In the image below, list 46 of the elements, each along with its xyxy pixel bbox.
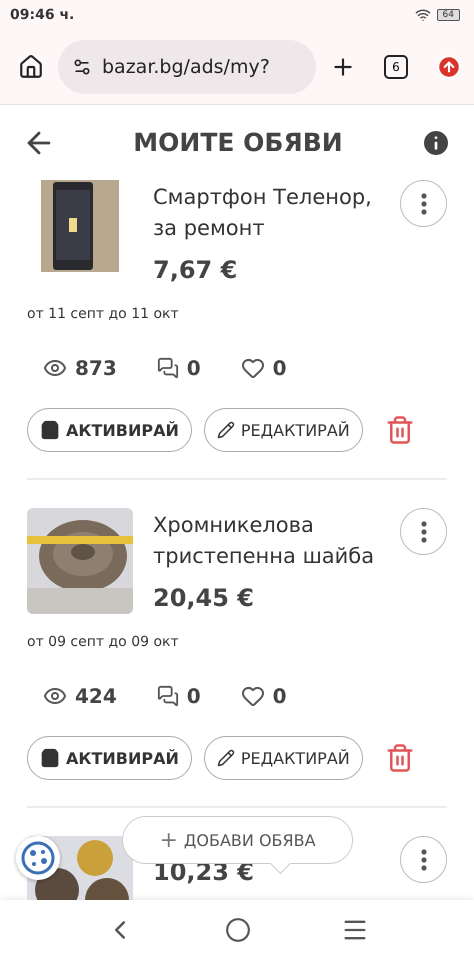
status-time: 09:46 ч. <box>10 7 74 23</box>
messages-count: 0 <box>186 684 201 708</box>
activate-button[interactable]: АКТИВИРАЙ <box>27 736 192 780</box>
ad-title[interactable]: Хромникелова тристепенна шайба <box>153 510 380 572</box>
wifi-icon <box>414 7 431 23</box>
cookie-icon <box>21 841 55 875</box>
views-count: 873 <box>75 356 117 380</box>
heart-icon <box>240 356 265 380</box>
plus-sign: + <box>159 828 178 852</box>
pencil-icon <box>216 749 235 767</box>
activate-button[interactable]: АКТИВИРАЙ <box>27 408 192 452</box>
more-icon <box>420 192 426 214</box>
home-icon[interactable] <box>18 54 44 80</box>
ad-period: от 11 септ до 11 окт <box>27 306 180 322</box>
update-icon[interactable] <box>436 54 462 80</box>
chat-icon <box>156 357 179 379</box>
views-count: 424 <box>75 684 117 708</box>
nav-home-icon[interactable] <box>225 917 251 943</box>
battery-icon: 64 <box>436 9 460 21</box>
url-text: bazar.bg/ads/my? <box>102 56 270 78</box>
ad-price: 20,45 € <box>153 584 255 612</box>
more-button[interactable] <box>400 180 447 227</box>
favorites-count: 0 <box>272 356 287 380</box>
pencil-icon <box>216 421 235 439</box>
tab-count[interactable]: 6 <box>384 55 408 79</box>
edit-button[interactable]: РЕДАКТИРАЙ <box>204 736 363 780</box>
address-bar[interactable]: bazar.bg/ads/my? <box>58 40 316 94</box>
more-icon <box>420 848 426 870</box>
messages-count: 0 <box>186 356 201 380</box>
page-title: МОИТЕ ОБЯВИ <box>133 128 343 157</box>
trash-icon <box>384 743 415 773</box>
site-settings-icon[interactable] <box>72 57 92 77</box>
more-icon <box>420 520 426 542</box>
more-button[interactable] <box>400 836 447 883</box>
trash-icon <box>384 415 415 445</box>
ad-price: 7,67 € <box>153 256 238 284</box>
edit-button[interactable]: РЕДАКТИРАЙ <box>204 408 363 452</box>
favorites-count: 0 <box>272 684 287 708</box>
bag-icon <box>40 420 60 440</box>
chat-icon <box>156 685 179 707</box>
cookie-button[interactable] <box>16 836 60 880</box>
bag-icon <box>40 748 60 768</box>
ad-period: от 09 септ до 09 окт <box>27 634 180 650</box>
ad-title[interactable]: Смартфон Теленор, за ремонт <box>153 182 380 244</box>
heart-icon <box>240 684 265 708</box>
more-button[interactable] <box>400 508 447 555</box>
